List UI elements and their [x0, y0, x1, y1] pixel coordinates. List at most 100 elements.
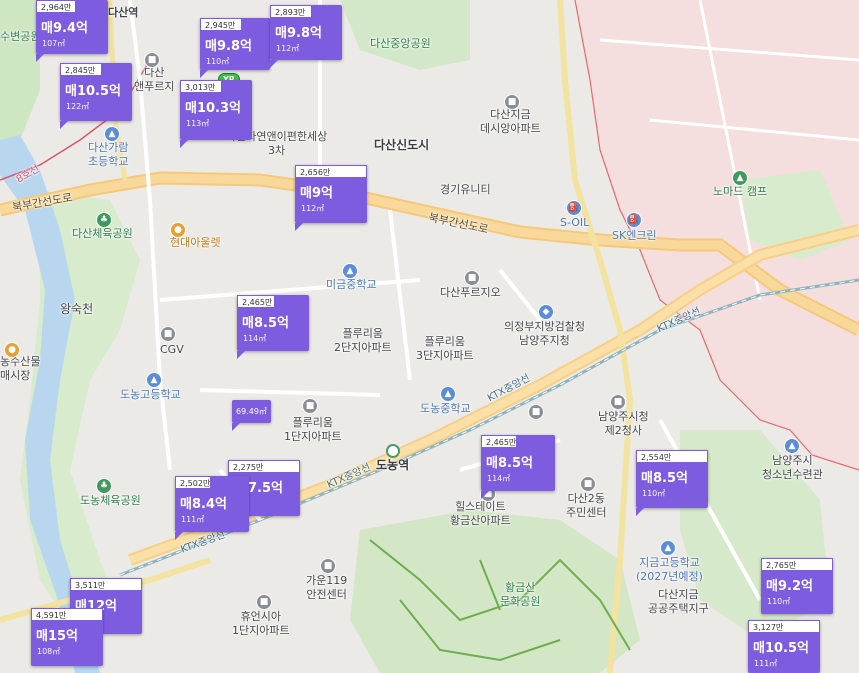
- listing-card[interactable]: 4,591만 매15억 108㎡: [31, 608, 103, 666]
- listing-card[interactable]: 2,502만 매8.4억 111㎡: [175, 476, 249, 540]
- listing-price: 매9억: [300, 186, 333, 201]
- listing-price: 7.5억: [248, 481, 283, 496]
- listing-price-per-area: 2,465만: [237, 295, 275, 308]
- listing-area: 108㎡: [37, 647, 61, 656]
- listing-price: 매10.3억: [185, 101, 241, 116]
- listing-area: 112㎡: [301, 204, 325, 213]
- camp-icon: ▲: [732, 170, 748, 186]
- listing-area: 114㎡: [487, 474, 511, 483]
- listing-area: 69.49㎡: [236, 407, 267, 416]
- soil-label: S-OIL: [560, 216, 590, 229]
- listing-area: 114㎡: [243, 334, 267, 343]
- dasan2-center-label: 다산2동 주민센터: [566, 492, 607, 519]
- station-icon: [386, 444, 400, 458]
- listing-price: 매8.5억: [641, 471, 688, 486]
- market-icon: ●: [4, 342, 20, 358]
- listing-area: 111㎡: [754, 659, 778, 668]
- migeum-middle-label: 미금중학교: [326, 278, 377, 291]
- donong-high-label: 도농고등학교: [120, 388, 181, 401]
- listing-price: 매8.4억: [180, 497, 227, 512]
- listing-card[interactable]: 2,765만 매9.2억 110㎡: [761, 558, 833, 614]
- building-icon: ■: [320, 558, 336, 574]
- gas-station-icon: ⛽: [566, 200, 582, 216]
- listing-card[interactable]: 2,845만 매10.5억 122㎡: [60, 63, 132, 129]
- hillstate-label: 힐스테이트 황금산아파트: [450, 500, 511, 527]
- government-icon: ◆: [538, 304, 554, 320]
- listing-area: 112㎡: [276, 44, 300, 53]
- dasan-jigeum-public-label: 다산지금 공공주택지구: [648, 588, 709, 615]
- listing-price-per-area: 3,127만: [748, 620, 820, 633]
- hwanggeumsan-park-label: 황금산 문화공원: [500, 581, 541, 608]
- school-icon: ▲: [342, 263, 358, 279]
- dasan-central-park-label: 다산중앙공원: [370, 37, 431, 50]
- building-icon: ■: [610, 394, 626, 410]
- listing-card[interactable]: 2,945만 매9.8억 110㎡: [200, 18, 270, 78]
- building-icon: ■: [256, 594, 272, 610]
- prugio3-label: 플루리움 3단지아파트: [416, 335, 474, 362]
- listing-area: 107㎡: [42, 39, 66, 48]
- prosecutors-label: 의정부지방검찰청 남양주지청: [504, 320, 585, 347]
- nomad-camp-label: 노마드 캠프: [713, 185, 768, 198]
- listing-card[interactable]: 3,127만 매10.5억 111㎡: [748, 620, 820, 673]
- school-icon: ▲: [784, 438, 800, 454]
- nongsu-market-label: 농수산물 매시장: [0, 355, 41, 382]
- listing-area: 113㎡: [186, 119, 210, 128]
- listing-marker-small[interactable]: 69.49㎡: [232, 400, 271, 431]
- listing-price-per-area: 3,013만: [180, 80, 222, 93]
- listing-price: 매9.8억: [205, 39, 252, 54]
- listing-price-per-area: 2,656만: [295, 165, 367, 178]
- listing-card[interactable]: 2,465만 매8.5억 114㎡: [481, 435, 555, 499]
- school-icon: ▲: [146, 372, 162, 388]
- listing-price: 매9.2억: [766, 579, 813, 594]
- building-icon: ■: [302, 398, 318, 414]
- listing-price: 매8.5억: [486, 456, 533, 471]
- listing-card[interactable]: 2,465만 매8.5억 114㎡: [237, 295, 309, 359]
- school-icon: ▲: [660, 540, 676, 556]
- school-icon: ▲: [440, 386, 456, 402]
- listing-price-per-area: 2,275만: [228, 460, 300, 473]
- building-icon: ■: [504, 94, 520, 110]
- listing-price-per-area: 2,945만: [200, 18, 242, 31]
- shopping-icon: ●: [170, 222, 186, 238]
- sk-energy-label: SK엔크린: [612, 229, 657, 242]
- building-icon: ■: [580, 476, 596, 492]
- building-icon: ■: [464, 270, 480, 286]
- jigeum-high-label: 지금고등학교 (2027년예정): [636, 556, 703, 583]
- school-icon: ▲: [104, 126, 120, 142]
- namyangju-cityhall2-label: 남양주시청 제2청사: [598, 410, 649, 437]
- listing-price-per-area: 2,465만: [481, 435, 517, 448]
- listing-price: 매15억: [36, 629, 79, 644]
- listing-card[interactable]: 3,013만 매10.3억 113㎡: [180, 80, 252, 148]
- listing-area: 110㎡: [206, 57, 230, 66]
- listing-price-per-area: 2,554만: [636, 450, 708, 463]
- park-icon: ♣: [96, 478, 112, 494]
- donong-middle-label: 도농중학교: [420, 402, 471, 415]
- listing-price: 매10.5억: [753, 641, 809, 656]
- listing-card[interactable]: 2,964만 매9.4억 107㎡: [36, 0, 108, 62]
- building-icon: ■: [160, 326, 176, 342]
- building-icon: ■: [144, 52, 160, 68]
- listing-price-per-area: 3,511만: [70, 578, 142, 591]
- listing-price: 매9.4억: [41, 21, 88, 36]
- listing-area: 122㎡: [66, 102, 90, 111]
- dasan-sports-park-label: 다산체육공원: [72, 227, 133, 240]
- dasan-apt-prugio-label: 다산 앤푸르지: [134, 66, 175, 93]
- listing-area: 110㎡: [642, 489, 666, 498]
- gas-station-icon: ⛽: [626, 212, 642, 228]
- dasan-garam-elem-label: 다산가람 초등학교: [88, 141, 129, 168]
- dasan-new-city-label: 다산신도시: [374, 138, 430, 152]
- listing-price-per-area: 4,591만: [31, 608, 103, 621]
- listing-price-per-area: 2,964만: [36, 0, 76, 13]
- listing-card[interactable]: 2,893만 매9.8억 112㎡: [270, 5, 342, 68]
- gangbyeon-park-label: 수변공원: [0, 30, 41, 43]
- listing-price: 매10.5억: [65, 84, 121, 99]
- hueonsia-label: 휴언시아 1단지아파트: [232, 610, 290, 637]
- listing-price-per-area: 2,502만: [175, 476, 211, 489]
- listing-card[interactable]: 2,554만 매8.5억 110㎡: [636, 450, 708, 516]
- listing-area: 110㎡: [767, 597, 791, 606]
- prugio2-label: 플루리움 2단지아파트: [334, 327, 392, 354]
- listing-price: 매8.5억: [242, 316, 289, 331]
- listing-price: 매9.8억: [275, 26, 322, 41]
- prugio1-label: 플루리움 1단지아파트: [284, 416, 342, 443]
- listing-card[interactable]: 2,656만 매9억 112㎡: [295, 165, 367, 231]
